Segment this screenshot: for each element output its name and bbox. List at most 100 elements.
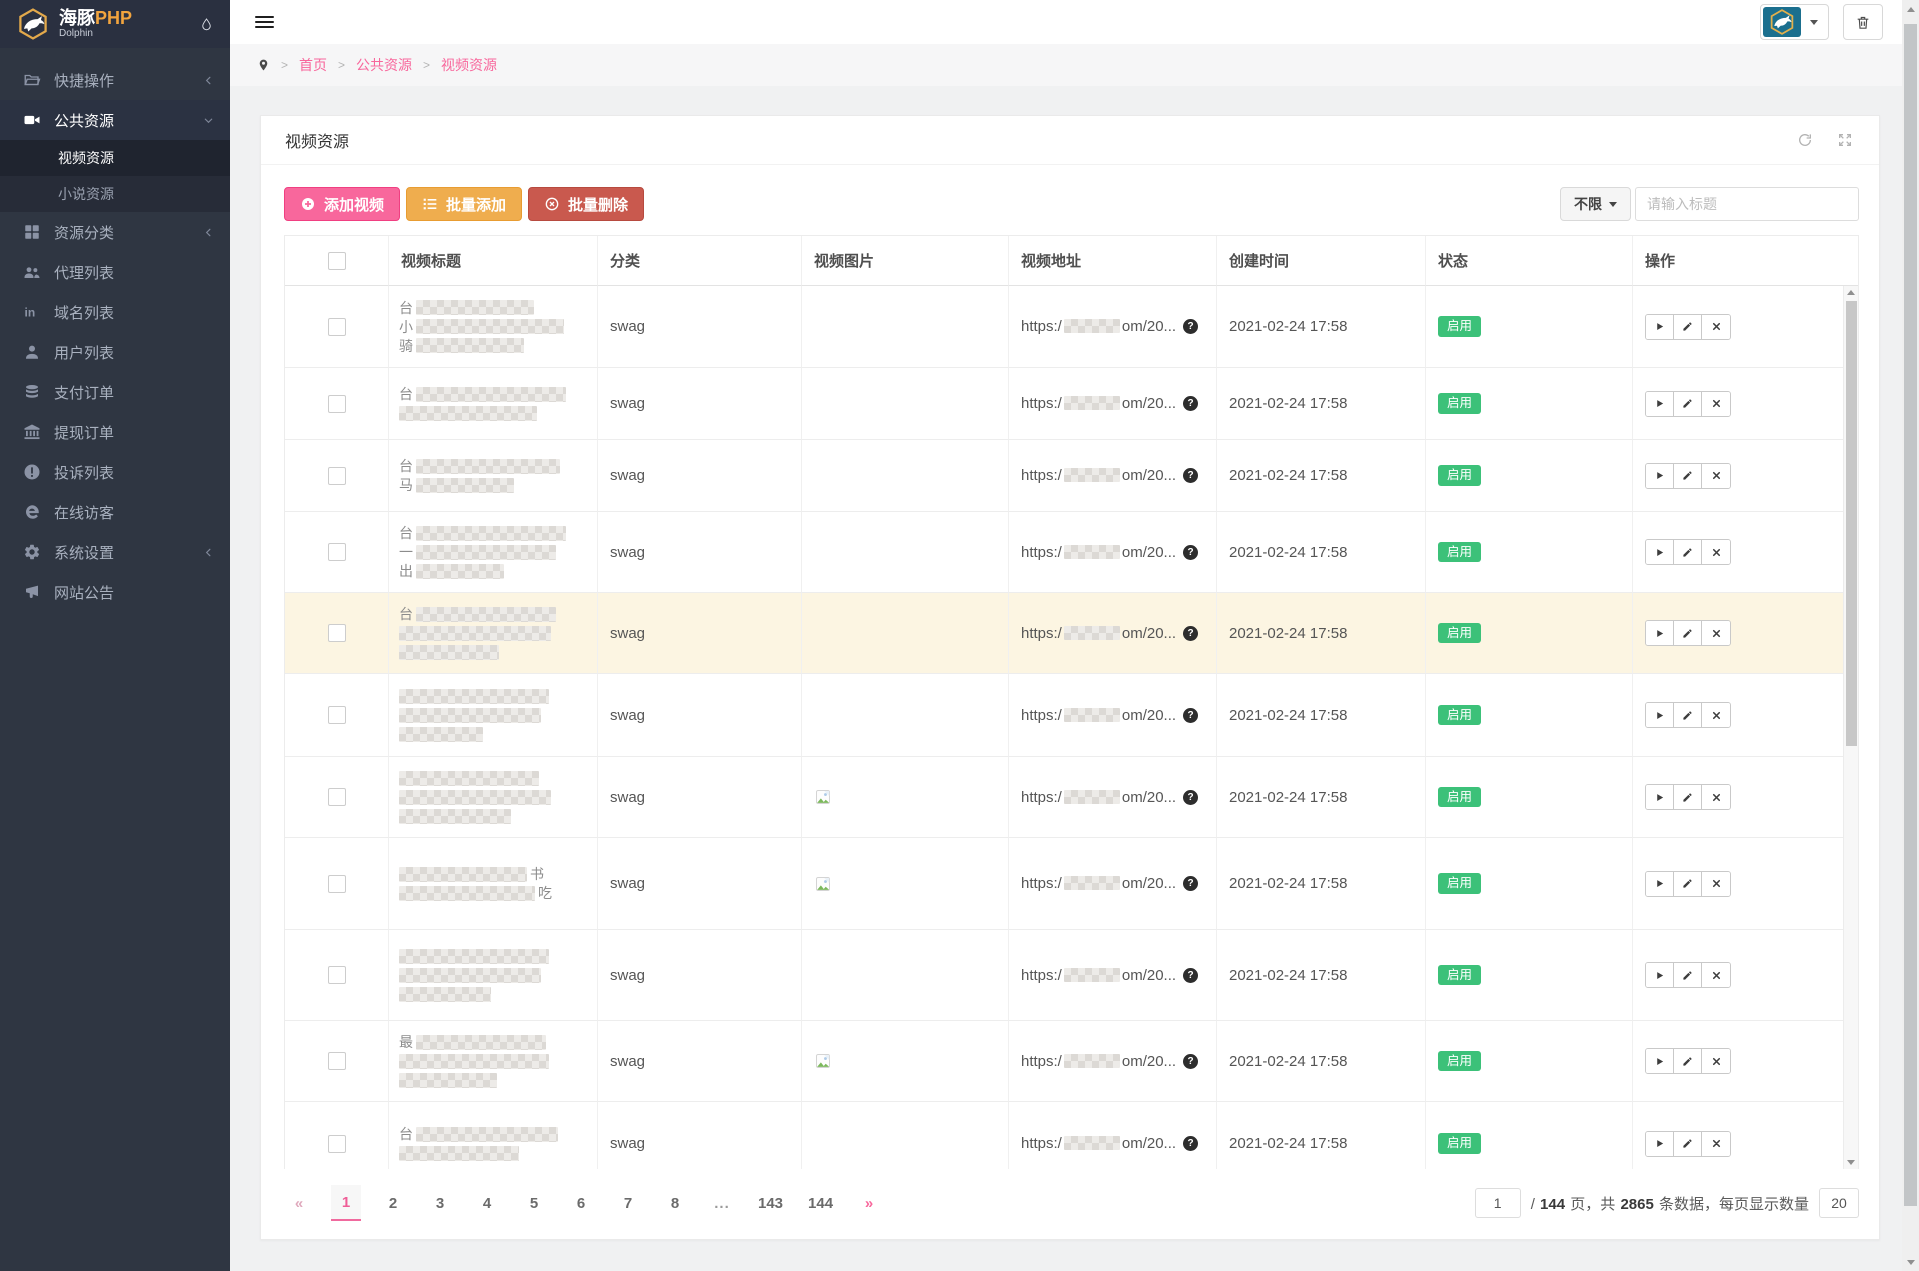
- table-scrollbar[interactable]: [1843, 286, 1858, 1169]
- url-help-icon[interactable]: ?: [1183, 468, 1198, 483]
- page-scrollbar-thumb[interactable]: [1904, 24, 1917, 1206]
- prev-page-button[interactable]: «: [284, 1185, 314, 1221]
- url-help-icon[interactable]: ?: [1183, 319, 1198, 334]
- page-link[interactable]: 6: [566, 1185, 596, 1221]
- url-help-icon[interactable]: ?: [1183, 968, 1198, 983]
- play-button[interactable]: [1646, 785, 1674, 809]
- edit-button[interactable]: [1674, 1049, 1702, 1073]
- edit-button[interactable]: [1674, 540, 1702, 564]
- batch-add-button[interactable]: 批量添加: [406, 187, 522, 221]
- play-button[interactable]: [1646, 963, 1674, 987]
- edit-button[interactable]: [1674, 315, 1702, 339]
- row-checkbox[interactable]: [328, 706, 346, 724]
- row-checkbox[interactable]: [328, 875, 346, 893]
- edit-button[interactable]: [1674, 963, 1702, 987]
- row-checkbox[interactable]: [328, 395, 346, 413]
- row-checkbox[interactable]: [328, 966, 346, 984]
- page-link[interactable]: 144: [804, 1185, 837, 1221]
- play-button[interactable]: [1646, 872, 1674, 896]
- play-button[interactable]: [1646, 621, 1674, 645]
- delete-button[interactable]: [1702, 540, 1730, 564]
- page-link[interactable]: 5: [519, 1185, 549, 1221]
- delete-button[interactable]: [1702, 1049, 1730, 1073]
- expand-icon[interactable]: [1837, 132, 1853, 148]
- sidebar-item[interactable]: 投诉列表: [0, 452, 230, 492]
- add-video-button[interactable]: 添加视频: [284, 187, 400, 221]
- edit-button[interactable]: [1674, 872, 1702, 896]
- row-checkbox[interactable]: [328, 1052, 346, 1070]
- page-link[interactable]: 7: [613, 1185, 643, 1221]
- page-link[interactable]: 4: [472, 1185, 502, 1221]
- page-scrollbar[interactable]: [1902, 0, 1919, 1271]
- edit-button[interactable]: [1674, 392, 1702, 416]
- current-page[interactable]: 1: [331, 1185, 361, 1221]
- url-help-icon[interactable]: ?: [1183, 626, 1198, 641]
- page-link[interactable]: 143: [754, 1185, 787, 1221]
- trash-button[interactable]: [1843, 4, 1883, 40]
- edit-button[interactable]: [1674, 785, 1702, 809]
- delete-button[interactable]: [1702, 703, 1730, 727]
- sidebar-item[interactable]: 用户列表: [0, 332, 230, 372]
- sidebar-item[interactable]: in域名列表: [0, 292, 230, 332]
- play-button[interactable]: [1646, 1049, 1674, 1073]
- scroll-up-arrow[interactable]: [1902, 0, 1919, 17]
- breadcrumb-link[interactable]: 视频资源: [441, 55, 497, 75]
- row-checkbox[interactable]: [328, 543, 346, 561]
- sidebar-item[interactable]: 代理列表: [0, 252, 230, 292]
- table-scrollbar-thumb[interactable]: [1846, 301, 1857, 746]
- delete-button[interactable]: [1702, 315, 1730, 339]
- edit-button[interactable]: [1674, 703, 1702, 727]
- edit-button[interactable]: [1674, 1132, 1702, 1156]
- url-help-icon[interactable]: ?: [1183, 1136, 1198, 1151]
- edit-button[interactable]: [1674, 621, 1702, 645]
- title-search-input[interactable]: [1635, 187, 1859, 221]
- page-link[interactable]: 3: [425, 1185, 455, 1221]
- page-size-input[interactable]: [1819, 1188, 1859, 1218]
- user-menu-button[interactable]: [1760, 4, 1829, 40]
- sidebar-item[interactable]: 支付订单: [0, 372, 230, 412]
- sidebar-item[interactable]: 系统设置: [0, 532, 230, 572]
- breadcrumb-link[interactable]: 首页: [299, 55, 327, 75]
- sidebar-item[interactable]: 快捷操作: [0, 60, 230, 100]
- sidebar-item[interactable]: 资源分类: [0, 212, 230, 252]
- row-checkbox[interactable]: [328, 624, 346, 642]
- select-all-checkbox[interactable]: [328, 252, 346, 270]
- url-help-icon[interactable]: ?: [1183, 708, 1198, 723]
- batch-delete-button[interactable]: 批量删除: [528, 187, 644, 221]
- sidebar-item[interactable]: 网站公告: [0, 572, 230, 612]
- delete-button[interactable]: [1702, 392, 1730, 416]
- brand-logo[interactable]: 海豚PHP Dolphin: [0, 0, 230, 48]
- page-jump-input[interactable]: [1475, 1188, 1521, 1218]
- breadcrumb-link[interactable]: 公共资源: [356, 55, 412, 75]
- url-help-icon[interactable]: ?: [1183, 545, 1198, 560]
- delete-button[interactable]: [1702, 464, 1730, 488]
- play-button[interactable]: [1646, 315, 1674, 339]
- url-help-icon[interactable]: ?: [1183, 396, 1198, 411]
- sidebar-item[interactable]: 提现订单: [0, 412, 230, 452]
- table-scroll-up-arrow[interactable]: [1844, 286, 1858, 298]
- scroll-down-arrow[interactable]: [1902, 1254, 1919, 1271]
- refresh-icon[interactable]: [1797, 132, 1813, 148]
- sidebar-item[interactable]: 在线访客: [0, 492, 230, 532]
- delete-button[interactable]: [1702, 621, 1730, 645]
- delete-button[interactable]: [1702, 1132, 1730, 1156]
- url-help-icon[interactable]: ?: [1183, 1054, 1198, 1069]
- play-button[interactable]: [1646, 540, 1674, 564]
- play-button[interactable]: [1646, 392, 1674, 416]
- row-checkbox[interactable]: [328, 788, 346, 806]
- user-avatar[interactable]: [1763, 7, 1801, 37]
- page-link[interactable]: 8: [660, 1185, 690, 1221]
- delete-button[interactable]: [1702, 872, 1730, 896]
- play-button[interactable]: [1646, 1132, 1674, 1156]
- play-button[interactable]: [1646, 464, 1674, 488]
- page-link[interactable]: 2: [378, 1185, 408, 1221]
- delete-button[interactable]: [1702, 963, 1730, 987]
- next-page-button[interactable]: »: [854, 1185, 884, 1221]
- category-filter-dropdown[interactable]: 不限: [1560, 187, 1631, 221]
- url-help-icon[interactable]: ?: [1183, 790, 1198, 805]
- row-checkbox[interactable]: [328, 1135, 346, 1153]
- row-checkbox[interactable]: [328, 467, 346, 485]
- row-checkbox[interactable]: [328, 318, 346, 336]
- edit-button[interactable]: [1674, 464, 1702, 488]
- sidebar-toggle-button[interactable]: [255, 13, 274, 31]
